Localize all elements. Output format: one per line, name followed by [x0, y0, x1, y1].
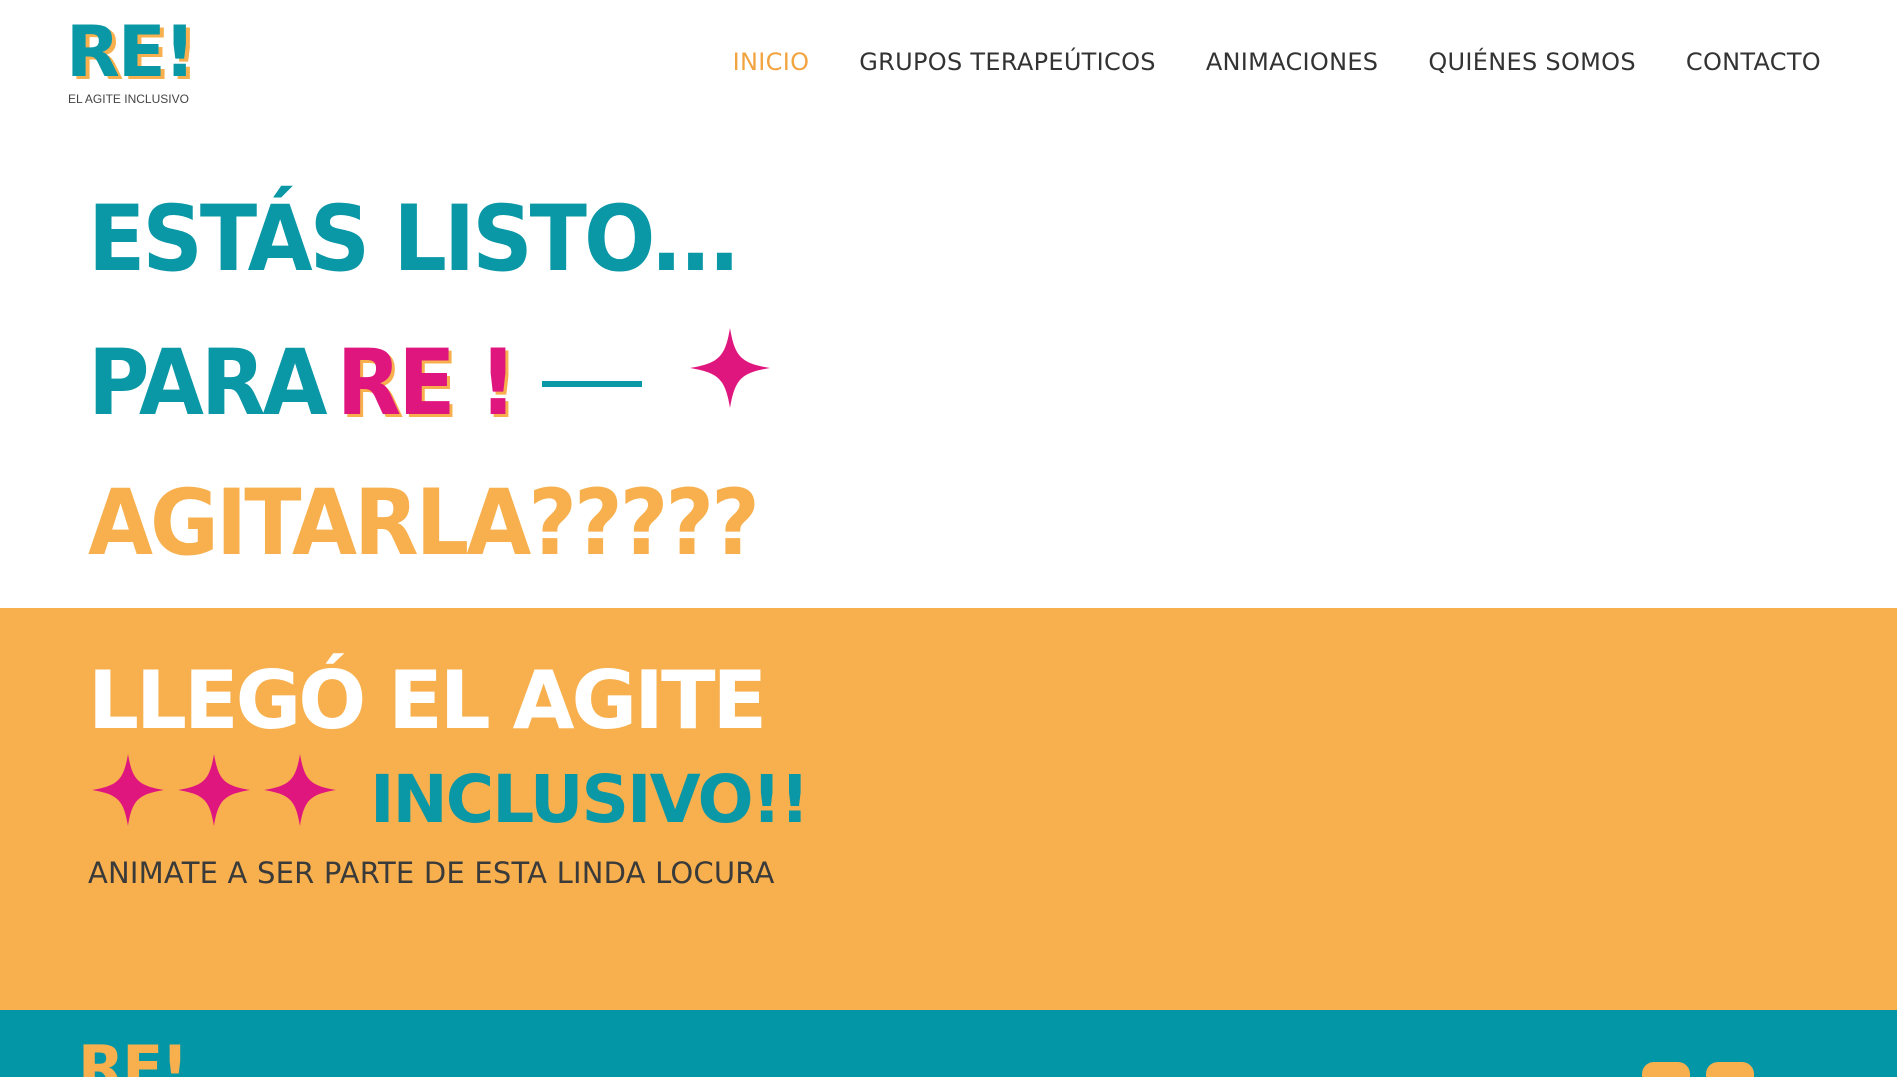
hero-re-highlight: RE !: [336, 329, 518, 436]
logo-mark: RE!: [66, 11, 196, 93]
nav-item-contacto[interactable]: CONTACTO: [1686, 48, 1821, 76]
hero-line-2: PARA RE !: [88, 334, 517, 431]
nav-item-animaciones[interactable]: ANIMACIONES: [1206, 48, 1379, 76]
nav-item-quienes-somos[interactable]: QUIÉNES SOMOS: [1428, 48, 1636, 76]
sparkle-icon: [264, 754, 336, 826]
hero-line-1: ESTÁS LISTO...: [88, 185, 740, 292]
facebook-icon[interactable]: [1706, 1062, 1754, 1077]
sparkle-icon: [92, 754, 164, 826]
footer-logo[interactable]: RE!: [78, 1036, 189, 1077]
band-subtitle: INCLUSIVO!!: [370, 761, 810, 838]
sparkle-icon: [690, 328, 770, 408]
main-nav: INICIO GRUPOS TERAPEÚTICOS ANIMACIONES Q…: [733, 48, 1821, 76]
site-logo[interactable]: RE! EL AGITE INCLUSIVO: [66, 14, 206, 110]
nav-item-inicio[interactable]: INICIO: [733, 48, 810, 76]
instagram-icon[interactable]: [1642, 1062, 1690, 1077]
hero-dash-divider: [542, 381, 642, 387]
band-title: LLEGÓ EL AGITE: [88, 654, 767, 747]
hero-line-3: AGITARLA?????: [88, 469, 760, 576]
site-footer: RE!: [0, 1010, 1897, 1077]
hero-line-2-prefix: PARA: [88, 329, 328, 436]
nav-item-grupos-terapeuticos[interactable]: GRUPOS TERAPEÚTICOS: [859, 48, 1156, 76]
logo-tagline: EL AGITE INCLUSIVO: [68, 92, 189, 106]
promo-band: LLEGÓ EL AGITE INCLUSIVO!! ANIMATE A SER…: [0, 608, 1897, 1010]
band-text: ANIMATE A SER PARTE DE ESTA LINDA LOCURA: [88, 856, 775, 890]
sparkle-icon: [178, 754, 250, 826]
